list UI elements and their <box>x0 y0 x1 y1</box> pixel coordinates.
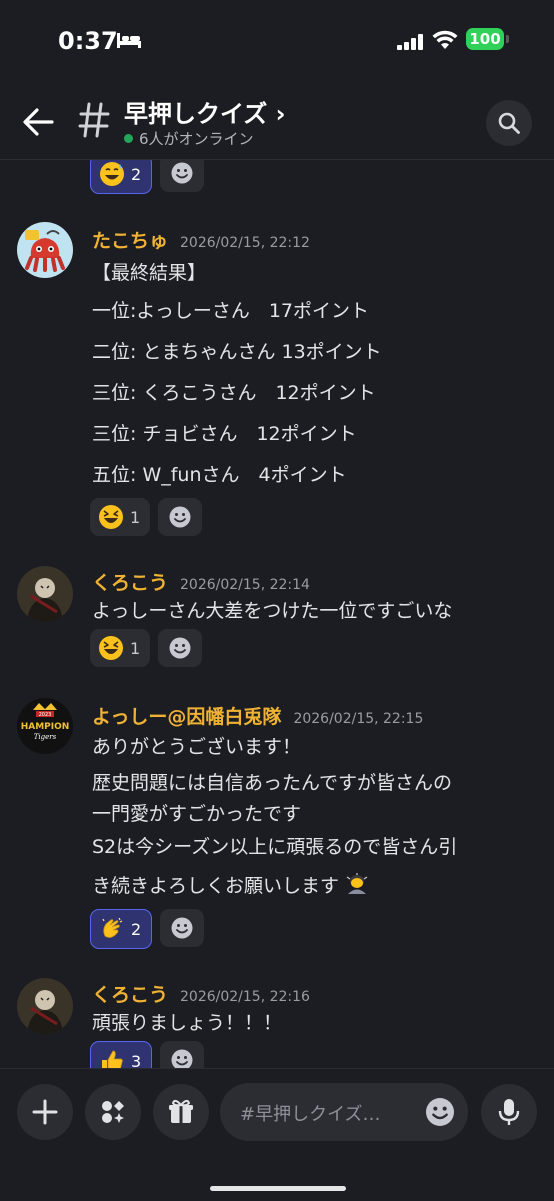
message-text: 二位: とまちゃんさん 13ポイント <box>92 341 382 363</box>
author-name: たこちゅ <box>92 230 169 252</box>
message-text: ありがとうございます！ <box>92 736 302 758</box>
reaction-clapping[interactable]: 2 <box>90 909 153 949</box>
message-author[interactable]: くろこう 2026/02/15, 22:16 <box>92 980 310 1007</box>
reaction-laughing[interactable]: 1 <box>90 629 151 667</box>
message-text: よっしーさん大差をつけた一位ですごいな <box>92 600 453 622</box>
gift-icon <box>169 1099 193 1123</box>
champion-logo-avatar-image: 2023 HAMPION Tigers <box>17 698 73 754</box>
reaction-row: 3 <box>90 1041 205 1069</box>
message-text: 歴史問題には自信あったんですが皆さんの <box>92 772 453 794</box>
avatar[interactable] <box>17 566 73 622</box>
composer-bar: #早押しクイズ… <box>0 1068 554 1201</box>
apps-button[interactable] <box>85 1084 141 1140</box>
reaction-count: 1 <box>130 638 141 658</box>
channel-title[interactable]: 早押しクイズ › <box>124 94 286 129</box>
add-reaction-icon <box>171 1049 193 1068</box>
message-text: 頑張りましょう！！！ <box>92 1012 283 1034</box>
channel-header: 早押しクイズ › 6人がオンライン <box>0 80 554 160</box>
logo-sub: Tigers <box>34 733 57 741</box>
message-timestamp: 2026/02/15, 22:15 <box>293 711 424 727</box>
add-reaction-icon <box>169 637 191 659</box>
battery-indicator: 100 <box>466 28 504 50</box>
message-text: 五位: W_funさん 4ポイント <box>92 464 347 486</box>
plus-icon <box>32 1099 58 1125</box>
message-text: き続きよろしくお願いします <box>92 875 340 897</box>
user-avatar-image <box>17 566 73 622</box>
message-timestamp: 2026/02/15, 22:16 <box>180 989 310 1005</box>
online-dot-icon <box>124 134 133 143</box>
author-name: くろこう <box>92 572 169 594</box>
online-count-label: 6人がオンライン <box>139 130 254 148</box>
user-avatar-image <box>17 978 73 1034</box>
message-input-placeholder: #早押しクイズ… <box>240 1104 381 1125</box>
voice-message-button[interactable] <box>481 1084 537 1140</box>
add-reaction-icon <box>171 917 193 939</box>
avatar[interactable] <box>17 222 73 278</box>
thumbs-up-emoji-icon <box>102 1050 123 1068</box>
message-text: 一門愛がすごかったです <box>92 803 302 825</box>
bowing-person-emoji-icon <box>346 873 368 894</box>
home-indicator <box>210 1186 346 1191</box>
add-reaction-button[interactable] <box>158 629 203 667</box>
add-reaction-button[interactable] <box>158 498 203 536</box>
message-text: 三位: くろこうさん 12ポイント <box>92 382 376 404</box>
message-list[interactable]: 2 たこちゅ 2026/02/15, 22:12 【最終結果】 一位:よっしーさ… <box>0 160 554 1068</box>
search-button[interactable] <box>486 100 532 146</box>
add-reaction-button[interactable] <box>160 909 205 947</box>
reaction-count: 1 <box>130 507 141 527</box>
battery-tip <box>506 35 509 43</box>
message-timestamp: 2026/02/15, 22:12 <box>180 235 310 251</box>
add-reaction-button[interactable] <box>160 1041 205 1068</box>
message-text: 【最終結果】 <box>92 262 207 284</box>
message-text: S2は今シーズン以上に頑張るので皆さん引 <box>92 836 458 858</box>
reaction-row: 1 <box>90 498 203 536</box>
message-text: 一位:よっしーさん 17ポイント <box>92 300 370 322</box>
add-reaction-button[interactable] <box>160 160 205 192</box>
message-author[interactable]: よっしー@因幡白兎隊 2026/02/15, 22:15 <box>92 702 423 729</box>
microphone-icon <box>498 1099 520 1125</box>
logo-year: 2023 <box>39 712 52 718</box>
laughing-emoji-icon <box>99 505 123 529</box>
avatar[interactable] <box>17 978 73 1034</box>
logo-word: HAMPION <box>21 722 70 732</box>
message-timestamp: 2026/02/15, 22:14 <box>180 577 310 593</box>
search-icon <box>498 112 520 134</box>
status-time: 0:37 <box>58 27 118 55</box>
laughing-emoji-icon <box>99 636 123 660</box>
gift-button[interactable] <box>153 1084 209 1140</box>
sweat-smile-emoji-icon <box>100 162 124 186</box>
author-name: くろこう <box>92 984 169 1006</box>
sleep-focus-icon <box>117 33 141 48</box>
wifi-icon <box>432 30 458 49</box>
reaction-row: 1 <box>90 629 203 667</box>
message-author[interactable]: くろこう 2026/02/15, 22:14 <box>92 568 310 595</box>
message-text: 三位: チョビさん 12ポイント <box>92 423 357 445</box>
reaction-count: 2 <box>131 919 142 939</box>
author-name: よっしー@因幡白兎隊 <box>92 706 282 728</box>
apps-icon <box>102 1101 124 1123</box>
add-reaction-icon <box>169 506 191 528</box>
status-bar: 0:37 100 <box>0 0 554 80</box>
message-author[interactable]: たこちゅ 2026/02/15, 22:12 <box>92 226 310 253</box>
online-count: 6人がオンライン <box>124 128 254 149</box>
reaction-row: 2 <box>90 909 205 949</box>
avatar[interactable]: 2023 HAMPION Tigers <box>17 698 73 754</box>
emoji-picker-icon[interactable] <box>424 1096 456 1128</box>
reaction-count: 2 <box>131 164 142 184</box>
reaction-thumbs-up[interactable]: 3 <box>90 1041 153 1069</box>
reaction-sweat-smile[interactable]: 2 <box>90 160 153 194</box>
clapping-hands-emoji-icon <box>102 917 123 938</box>
reaction-row: 2 <box>90 160 205 194</box>
back-arrow-icon[interactable] <box>22 107 54 137</box>
add-reaction-icon <box>171 162 193 184</box>
channel-hash-icon <box>78 102 110 138</box>
message-text-with-emoji: き続きよろしくお願いします <box>92 871 369 898</box>
message-input[interactable]: #早押しクイズ… <box>220 1083 468 1141</box>
reaction-laughing[interactable]: 1 <box>90 498 151 536</box>
cellular-signal-icon <box>397 34 423 50</box>
reaction-count: 3 <box>131 1051 142 1069</box>
attach-button[interactable] <box>17 1084 73 1140</box>
octopus-avatar-image <box>17 222 73 278</box>
